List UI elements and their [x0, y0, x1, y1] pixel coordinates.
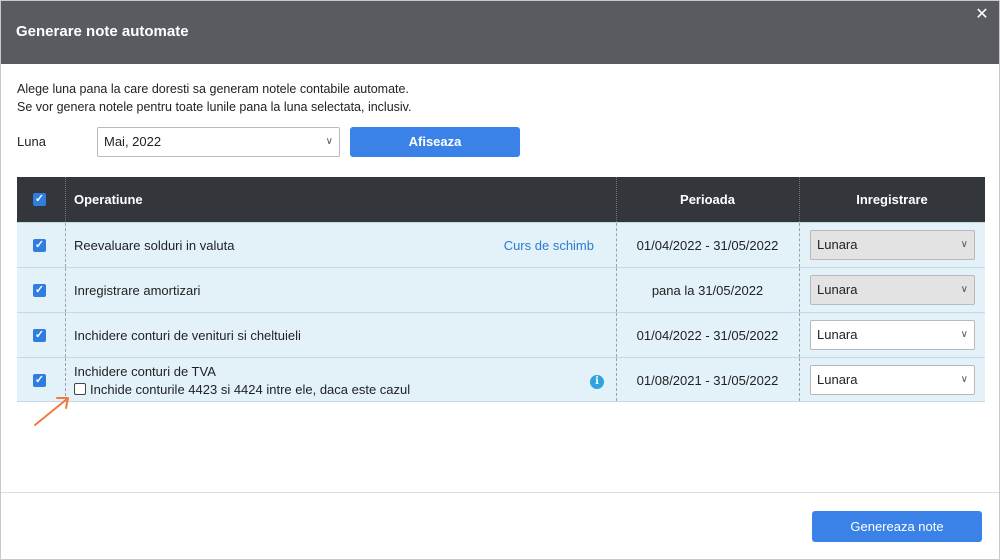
- column-divider: [65, 268, 66, 312]
- genereaza-note-button[interactable]: Genereaza note: [812, 511, 982, 542]
- column-divider: [799, 268, 800, 312]
- inregistrare-value: Lunara: [817, 282, 858, 297]
- inregistrare-value: Lunara: [817, 372, 858, 387]
- intro-text: Alege luna pana la care doresti sa gener…: [17, 80, 411, 116]
- table-row: ✓ Inchidere conturi de venituri si chelt…: [17, 312, 985, 357]
- column-divider: [65, 177, 66, 222]
- afiseaza-button[interactable]: Afiseaza: [350, 127, 520, 157]
- row-operatiune: Inchidere conturi de TVA: [74, 364, 216, 379]
- chevron-down-icon: ∨: [960, 374, 968, 385]
- inregistrare-value: Lunara: [817, 237, 858, 252]
- header-perioada: Perioada: [680, 192, 735, 207]
- chevron-down-icon: ∨: [960, 239, 968, 250]
- row-perioada: 01/08/2021 - 31/05/2022: [636, 373, 779, 388]
- table-row: ✓ Inregistrare amortizari pana la 31/05/…: [17, 267, 985, 312]
- row-operatiune: Inregistrare amortizari: [74, 283, 201, 298]
- row-checkbox[interactable]: ✓: [33, 374, 46, 387]
- inregistrare-value: Lunara: [817, 327, 858, 342]
- row-checkbox[interactable]: ✓: [33, 284, 46, 297]
- chevron-down-icon: ∨: [960, 329, 968, 340]
- intro-line-1: Alege luna pana la care doresti sa gener…: [17, 82, 409, 96]
- dialog-header: Generare note automate ✕: [1, 1, 999, 64]
- column-divider: [799, 313, 800, 357]
- chevron-down-icon: ∨: [960, 284, 968, 295]
- row-operatiune: Reevaluare solduri in valuta: [74, 238, 235, 253]
- chevron-down-icon: ∨: [325, 136, 333, 147]
- inregistrare-select[interactable]: Lunara ∨: [810, 365, 975, 395]
- luna-label: Luna: [17, 134, 46, 149]
- luna-select-value: Mai, 2022: [104, 134, 162, 149]
- intro-line-2: Se vor genera notele pentru toate lunile…: [17, 100, 412, 114]
- table-row: ✓ Inchidere conturi de TVA Inchide contu…: [17, 357, 985, 402]
- dialog-title: Generare note automate: [16, 23, 189, 40]
- inregistrare-select[interactable]: Lunara ∨: [810, 230, 975, 260]
- column-divider: [799, 358, 800, 401]
- row-checkbox[interactable]: ✓: [33, 329, 46, 342]
- generare-note-dialog: Generare note automate ✕ Alege luna pana…: [0, 0, 1000, 560]
- header-operatiune: Operatiune: [74, 192, 143, 207]
- column-divider: [65, 313, 66, 357]
- annotation-arrow-icon: [34, 397, 69, 426]
- column-divider: [65, 223, 66, 267]
- operations-table: ✓ Operatiune Perioada Inregistrare ✓ Ree…: [17, 177, 985, 402]
- row-operatiune: Inchidere conturi de venituri si cheltui…: [74, 328, 301, 343]
- sub-option-label: Inchide conturile 4423 si 4424 intre ele…: [90, 382, 411, 397]
- row-checkbox[interactable]: ✓: [33, 239, 46, 252]
- table-row: ✓ Reevaluare solduri in valuta Curs de s…: [17, 222, 985, 267]
- header-inregistrare: Inregistrare: [856, 192, 928, 207]
- inregistrare-select[interactable]: Lunara ∨: [810, 320, 975, 350]
- curs-de-schimb-link[interactable]: Curs de schimb: [504, 238, 594, 253]
- column-divider: [799, 223, 800, 267]
- inregistrare-select[interactable]: Lunara ∨: [810, 275, 975, 305]
- row-perioada: 01/04/2022 - 31/05/2022: [636, 238, 779, 253]
- row-perioada: 01/04/2022 - 31/05/2022: [636, 328, 779, 343]
- sub-option-checkbox[interactable]: [74, 383, 86, 395]
- footer-divider: [1, 492, 999, 493]
- select-all-checkbox[interactable]: ✓: [33, 193, 46, 206]
- table-header: ✓ Operatiune Perioada Inregistrare: [17, 177, 985, 222]
- close-icon[interactable]: ✕: [973, 6, 991, 24]
- info-icon[interactable]: i: [590, 375, 604, 389]
- luna-select[interactable]: Mai, 2022 ∨: [97, 127, 340, 157]
- row-perioada: pana la 31/05/2022: [651, 283, 764, 298]
